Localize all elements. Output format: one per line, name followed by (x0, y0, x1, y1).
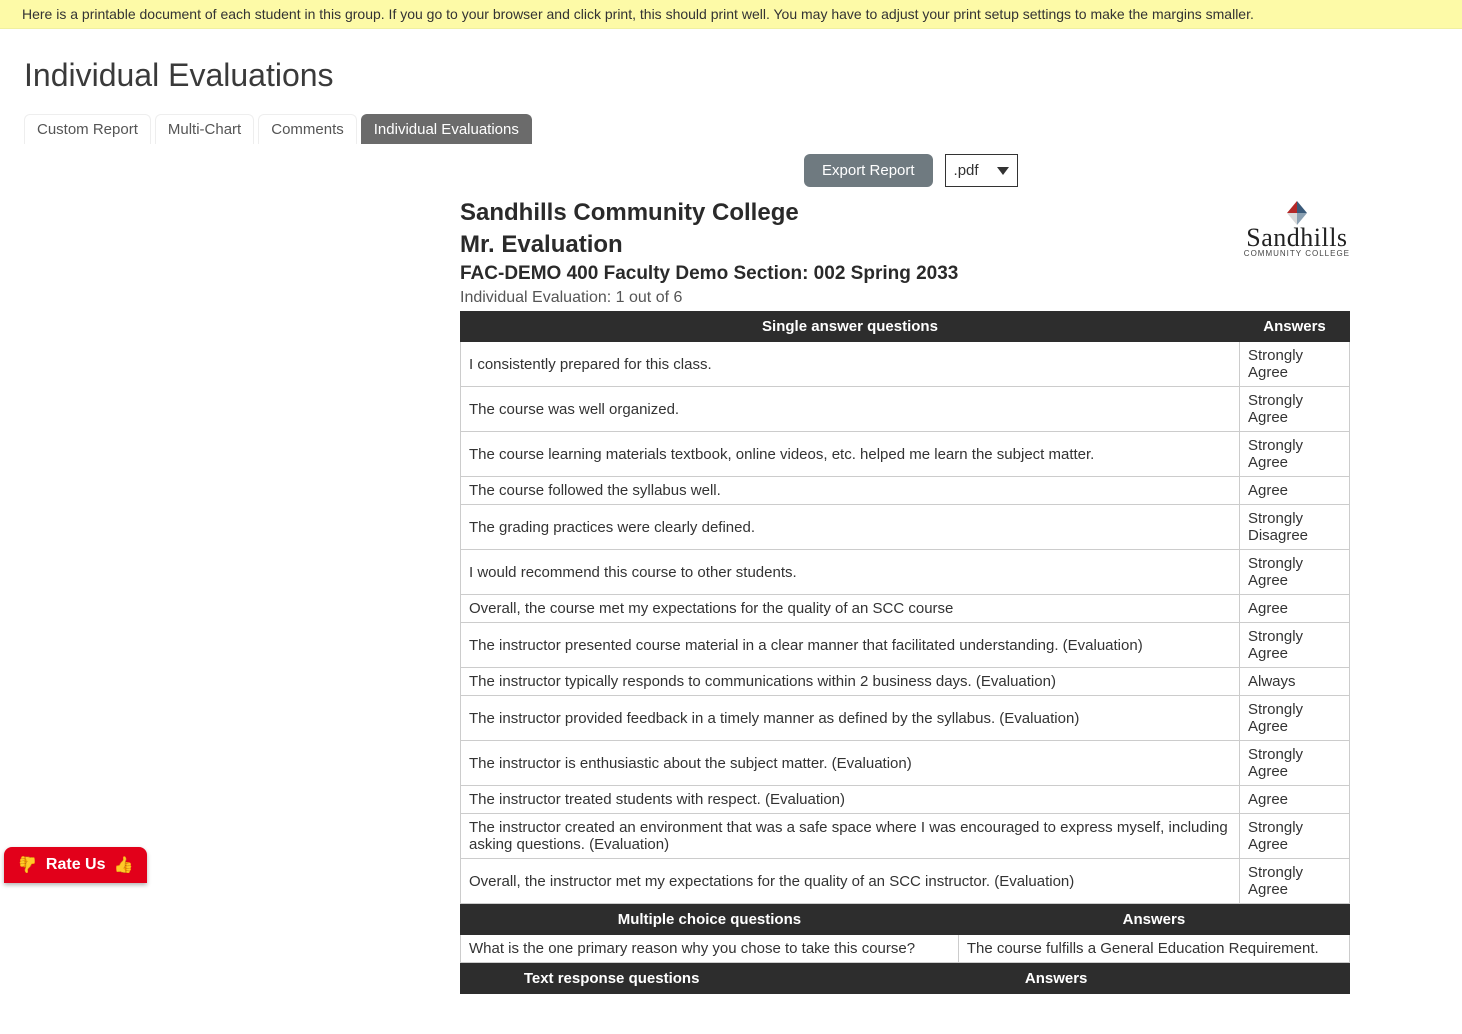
export-format-select[interactable]: .pdf (945, 154, 1018, 187)
question-cell: I would recommend this course to other s… (461, 550, 1240, 595)
tr-header-q: Text response questions (461, 964, 763, 994)
answer-cell: Agree (1240, 595, 1350, 623)
answer-cell: Strongly Agree (1240, 342, 1350, 387)
logo-subtext: COMMUNITY COLLEGE (1244, 249, 1350, 258)
evaluation-report: Sandhills COMMUNITY COLLEGE Sandhills Co… (460, 199, 1350, 994)
table-row: Overall, the instructor met my expectati… (461, 859, 1350, 904)
answer-cell: Strongly Agree (1240, 550, 1350, 595)
rate-us-label: Rate Us (46, 856, 106, 874)
question-cell: I consistently prepared for this class. (461, 342, 1240, 387)
tab-comments[interactable]: Comments (258, 114, 357, 144)
thumbs-up-icon: 👍 (114, 855, 134, 875)
multiple-choice-table: Multiple choice questions Answers What i… (460, 904, 1350, 963)
answer-cell: Strongly Disagree (1240, 505, 1350, 550)
table-row: I would recommend this course to other s… (461, 550, 1350, 595)
tab-individual-evaluations[interactable]: Individual Evaluations (361, 114, 532, 144)
answer-cell: The course fulfills a General Education … (958, 935, 1349, 963)
course-section: FAC-DEMO 400 Faculty Demo Section: 002 S… (460, 263, 1350, 285)
question-cell: The instructor treated students with res… (461, 786, 1240, 814)
answer-cell: Agree (1240, 477, 1350, 505)
tab-multi-chart[interactable]: Multi-Chart (155, 114, 254, 144)
table-row: The instructor typically responds to com… (461, 668, 1350, 696)
print-info-banner: Here is a printable document of each stu… (0, 0, 1462, 29)
answer-cell: Strongly Agree (1240, 814, 1350, 859)
mc-header-a: Answers (958, 905, 1349, 935)
table-row: The instructor created an environment th… (461, 814, 1350, 859)
table-row: The course learning materials textbook, … (461, 432, 1350, 477)
question-cell: The instructor provided feedback in a ti… (461, 696, 1240, 741)
table-row: The instructor provided feedback in a ti… (461, 696, 1350, 741)
tr-header-a: Answers (763, 964, 1350, 994)
question-cell: The instructor typically responds to com… (461, 668, 1240, 696)
table-row: Overall, the course met my expectations … (461, 595, 1350, 623)
page-title: Individual Evaluations (24, 57, 1438, 94)
question-cell: The course was well organized. (461, 387, 1240, 432)
export-format-value: .pdf (954, 162, 979, 179)
answer-cell: Always (1240, 668, 1350, 696)
question-cell: The course followed the syllabus well. (461, 477, 1240, 505)
single-answer-header-q: Single answer questions (461, 312, 1240, 342)
tab-custom-report[interactable]: Custom Report (24, 114, 151, 144)
banner-text: Here is a printable document of each stu… (22, 6, 1254, 22)
answer-cell: Strongly Agree (1240, 859, 1350, 904)
question-cell: Overall, the course met my expectations … (461, 595, 1240, 623)
single-answer-header-a: Answers (1240, 312, 1350, 342)
table-row: What is the one primary reason why you c… (461, 935, 1350, 963)
table-row: The course followed the syllabus well.Ag… (461, 477, 1350, 505)
question-cell: The instructor is enthusiastic about the… (461, 741, 1240, 786)
report-header: Sandhills COMMUNITY COLLEGE Sandhills Co… (460, 199, 1350, 307)
rate-us-button[interactable]: 👎 Rate Us 👍 (4, 847, 147, 883)
instructor-name: Mr. Evaluation (460, 231, 1350, 259)
chevron-down-icon (997, 167, 1009, 175)
question-cell: The grading practices were clearly defin… (461, 505, 1240, 550)
answer-cell: Strongly Agree (1240, 741, 1350, 786)
answer-cell: Strongly Agree (1240, 623, 1350, 668)
sandhills-logo-icon (1279, 199, 1315, 225)
institution-name: Sandhills Community College (460, 199, 1350, 227)
single-answer-table: Single answer questions Answers I consis… (460, 311, 1350, 904)
evaluation-index: Individual Evaluation: 1 out of 6 (460, 289, 1350, 307)
table-row: The instructor presented course material… (461, 623, 1350, 668)
institution-logo: Sandhills COMMUNITY COLLEGE (1244, 199, 1350, 258)
answer-cell: Strongly Agree (1240, 696, 1350, 741)
table-row: The course was well organized.Strongly A… (461, 387, 1350, 432)
question-cell: What is the one primary reason why you c… (461, 935, 959, 963)
table-row: The instructor treated students with res… (461, 786, 1350, 814)
question-cell: Overall, the instructor met my expectati… (461, 859, 1240, 904)
thumbs-down-icon: 👎 (18, 855, 38, 875)
table-row: I consistently prepared for this class.S… (461, 342, 1350, 387)
question-cell: The instructor created an environment th… (461, 814, 1240, 859)
mc-header-q: Multiple choice questions (461, 905, 959, 935)
answer-cell: Agree (1240, 786, 1350, 814)
question-cell: The course learning materials textbook, … (461, 432, 1240, 477)
question-cell: The instructor presented course material… (461, 623, 1240, 668)
export-report-button[interactable]: Export Report (804, 154, 933, 187)
table-row: The instructor is enthusiastic about the… (461, 741, 1350, 786)
table-row: The grading practices were clearly defin… (461, 505, 1350, 550)
report-tabs: Custom Report Multi-Chart Comments Indiv… (24, 114, 1438, 144)
answer-cell: Strongly Agree (1240, 432, 1350, 477)
text-response-table: Text response questions Answers (460, 963, 1350, 994)
answer-cell: Strongly Agree (1240, 387, 1350, 432)
export-controls: Export Report .pdf (24, 154, 1438, 187)
